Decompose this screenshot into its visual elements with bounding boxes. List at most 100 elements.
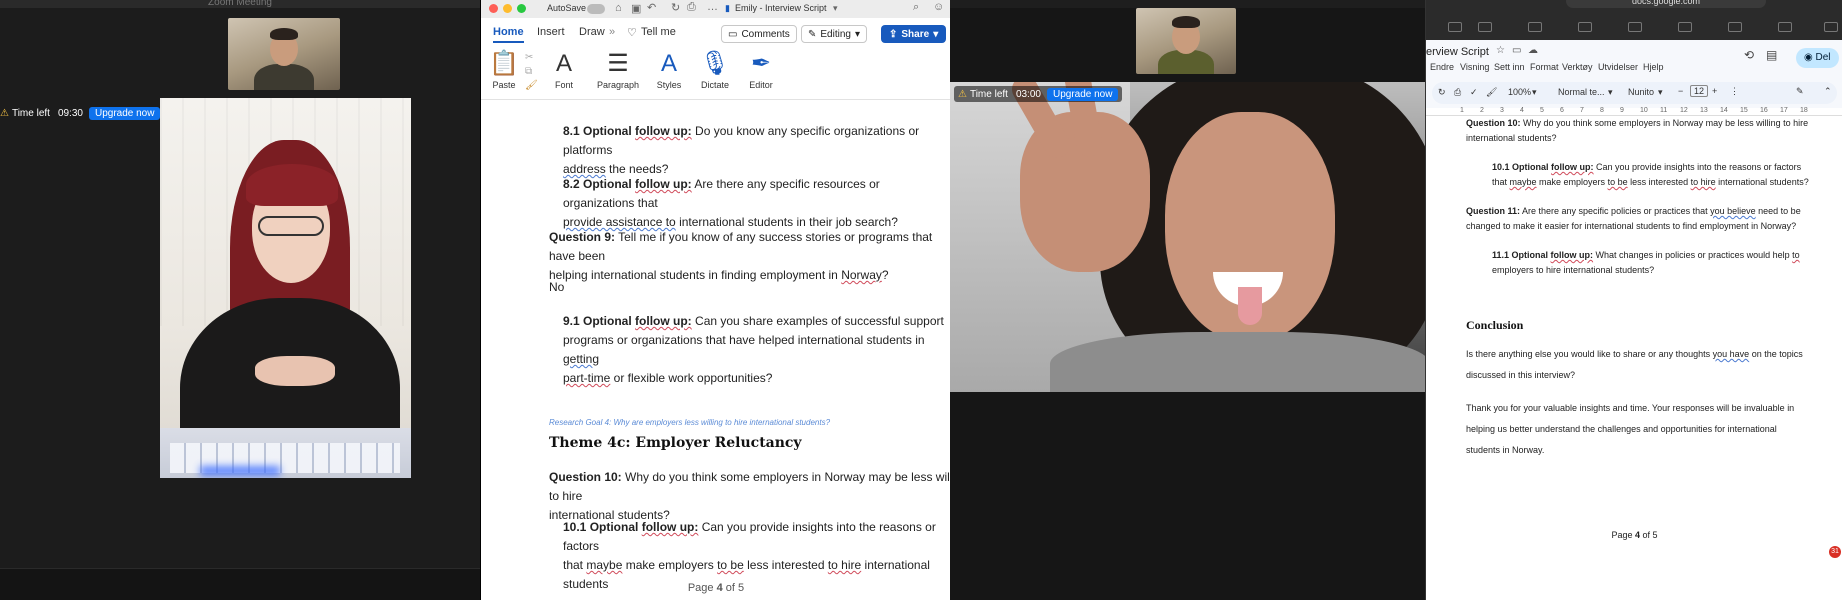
folder-icon[interactable]: ▭: [1512, 45, 1521, 56]
chevron-down-icon: ▾: [1658, 87, 1663, 97]
word-document-page[interactable]: 8.1 Optional follow up: Do you know any …: [481, 100, 951, 600]
speaker-video[interactable]: [950, 82, 1425, 392]
chevron-up-icon[interactable]: ⌃: [1824, 86, 1832, 97]
tab-icon[interactable]: [1678, 22, 1692, 32]
question-9: Question 9: Tell me if you know of any s…: [549, 230, 933, 282]
minimize-window-button[interactable]: [503, 4, 512, 13]
menu-verktoy[interactable]: Verktøy: [1562, 62, 1593, 72]
print-icon[interactable]: ⎙: [1454, 87, 1461, 98]
scissors-icon[interactable]: ✂: [525, 52, 533, 63]
more-icon[interactable]: …: [707, 1, 718, 13]
comment-icon[interactable]: ▤: [1766, 48, 1777, 62]
tab-icon[interactable]: [1824, 22, 1838, 32]
conclusion-heading: Conclusion: [1466, 318, 1524, 332]
search-icon[interactable]: ⌕: [913, 1, 919, 14]
tab-insert[interactable]: Insert: [537, 26, 565, 38]
share-button[interactable]: ⇪ Share ▾: [881, 25, 947, 43]
menu-format[interactable]: Format: [1530, 62, 1559, 72]
menu-visning[interactable]: Visning: [1460, 62, 1489, 72]
chevron-down-icon[interactable]: ▾: [833, 3, 838, 14]
cloud-icon: ☁: [1528, 45, 1538, 56]
person-icon[interactable]: ☺: [933, 1, 944, 13]
tab-tell-me[interactable]: Tell me: [641, 26, 676, 38]
zoom-title: Zoom Meeting: [0, 0, 480, 8]
tab-icon[interactable]: [1448, 22, 1462, 32]
more-options-icon[interactable]: ⋮: [1730, 86, 1739, 97]
autosave-label: AutoSave: [547, 3, 587, 13]
redo-icon[interactable]: ↻: [671, 1, 680, 14]
ribbon-tabs: Home Insert Draw » ♡ Tell me ▭ Comments …: [481, 22, 951, 46]
tab-icon[interactable]: [1728, 22, 1742, 32]
address-bar[interactable]: docs.google.com: [1566, 0, 1766, 8]
chevron-right-icon[interactable]: »: [609, 26, 615, 38]
document-title[interactable]: Emily - Interview Script: [735, 3, 827, 13]
notification-badge[interactable]: 31: [1829, 546, 1841, 558]
zoom-select[interactable]: 100%: [1508, 87, 1531, 97]
question-11-1: 11.1 Optional follow up: What changes in…: [1492, 250, 1800, 275]
ruler-mark: 11: [1660, 107, 1668, 114]
menu-utvidelser[interactable]: Utvidelser: [1598, 62, 1638, 72]
zoom-window-right: ⚠ Time left 03:00 Upgrade now: [950, 0, 1425, 600]
undo-icon[interactable]: ↶: [647, 1, 656, 14]
tab-draw[interactable]: Draw: [579, 26, 605, 38]
chevron-down-icon: ▾: [1532, 87, 1537, 97]
tab-icon[interactable]: [1578, 22, 1592, 32]
styles-button[interactable]: A Styles: [649, 50, 689, 90]
dictate-button[interactable]: 🎙 Dictate: [695, 50, 735, 90]
style-select[interactable]: Normal te...: [1558, 87, 1605, 97]
speaker-video[interactable]: [160, 98, 411, 478]
decrease-font-size-button[interactable]: −: [1678, 86, 1683, 96]
save-icon[interactable]: ▣: [631, 2, 641, 15]
ruler-mark: 14: [1720, 107, 1728, 114]
format-painter-icon[interactable]: 🖌: [525, 80, 538, 91]
paste-button[interactable]: 📋 Paste: [487, 50, 521, 90]
upgrade-now-button[interactable]: Upgrade now: [88, 106, 161, 120]
upgrade-now-button[interactable]: Upgrade now: [1046, 87, 1119, 101]
star-icon[interactable]: ☆: [1496, 45, 1505, 56]
chevron-down-icon: ▾: [933, 28, 939, 40]
participant-thumbnail[interactable]: [1136, 8, 1236, 74]
menu-hjelp[interactable]: Hjelp: [1643, 62, 1664, 72]
tab-icon[interactable]: [1628, 22, 1642, 32]
conclusion-question: Is there anything else you would like to…: [1466, 349, 1803, 380]
paragraph-button[interactable]: ☰ Paragraph: [593, 50, 643, 90]
menu-endre[interactable]: Endre: [1430, 62, 1454, 72]
pencil-icon[interactable]: ✎: [1796, 86, 1804, 97]
redo-icon[interactable]: ↻: [1438, 87, 1446, 98]
history-icon[interactable]: ⟲: [1744, 48, 1754, 62]
spellcheck-icon[interactable]: ✓: [1470, 87, 1478, 98]
close-window-button[interactable]: [489, 4, 498, 13]
clipboard-icon: 📋: [489, 50, 519, 77]
gdocs-document-page[interactable]: Question 10: Why do you think some emplo…: [1426, 116, 1842, 600]
font-button[interactable]: A Font: [547, 50, 581, 90]
comments-button[interactable]: ▭ Comments: [721, 25, 797, 43]
print-icon[interactable]: ⎙: [687, 1, 696, 14]
ruler[interactable]: 1 2 3 4 5 6 7 8 9 10 11 12 13 14 15 16 1…: [1426, 107, 1842, 116]
autosave-toggle[interactable]: [587, 4, 605, 14]
tab-icon[interactable]: [1478, 22, 1492, 32]
font-select[interactable]: Nunito: [1628, 87, 1654, 97]
tab-icon[interactable]: [1528, 22, 1542, 32]
chevron-down-icon: ▾: [854, 28, 860, 40]
zoom-control-bar: [0, 568, 480, 600]
increase-font-size-button[interactable]: +: [1712, 86, 1717, 96]
menu-sett-inn[interactable]: Sett inn: [1494, 62, 1525, 72]
document-title[interactable]: erview Script: [1426, 46, 1489, 58]
ruler-mark: 5: [1540, 107, 1544, 114]
answer-no: No: [549, 280, 565, 294]
editing-mode-button[interactable]: ✎ Editing ▾: [801, 25, 867, 43]
ruler-mark: 4: [1520, 107, 1524, 114]
copy-icon[interactable]: ⧉: [525, 66, 532, 77]
ruler-mark: 12: [1680, 107, 1688, 114]
font-size-input[interactable]: 12: [1690, 85, 1709, 97]
time-left-label: Time left: [11, 107, 50, 119]
share-button[interactable]: ◉ Del: [1796, 48, 1839, 68]
gdocs-toolbar: ↻ ⎙ ✓ 🖌 100% ▾ Normal te... ▾ Nunito ▾ −…: [1432, 82, 1837, 104]
maximize-window-button[interactable]: [517, 4, 526, 13]
tab-home[interactable]: Home: [493, 26, 524, 43]
paint-format-icon[interactable]: 🖌: [1486, 87, 1497, 98]
tab-icon[interactable]: [1778, 22, 1792, 32]
home-icon[interactable]: ⌂: [615, 2, 622, 14]
editor-button[interactable]: ✒ Editor: [741, 50, 781, 90]
participant-thumbnail[interactable]: [228, 18, 340, 90]
